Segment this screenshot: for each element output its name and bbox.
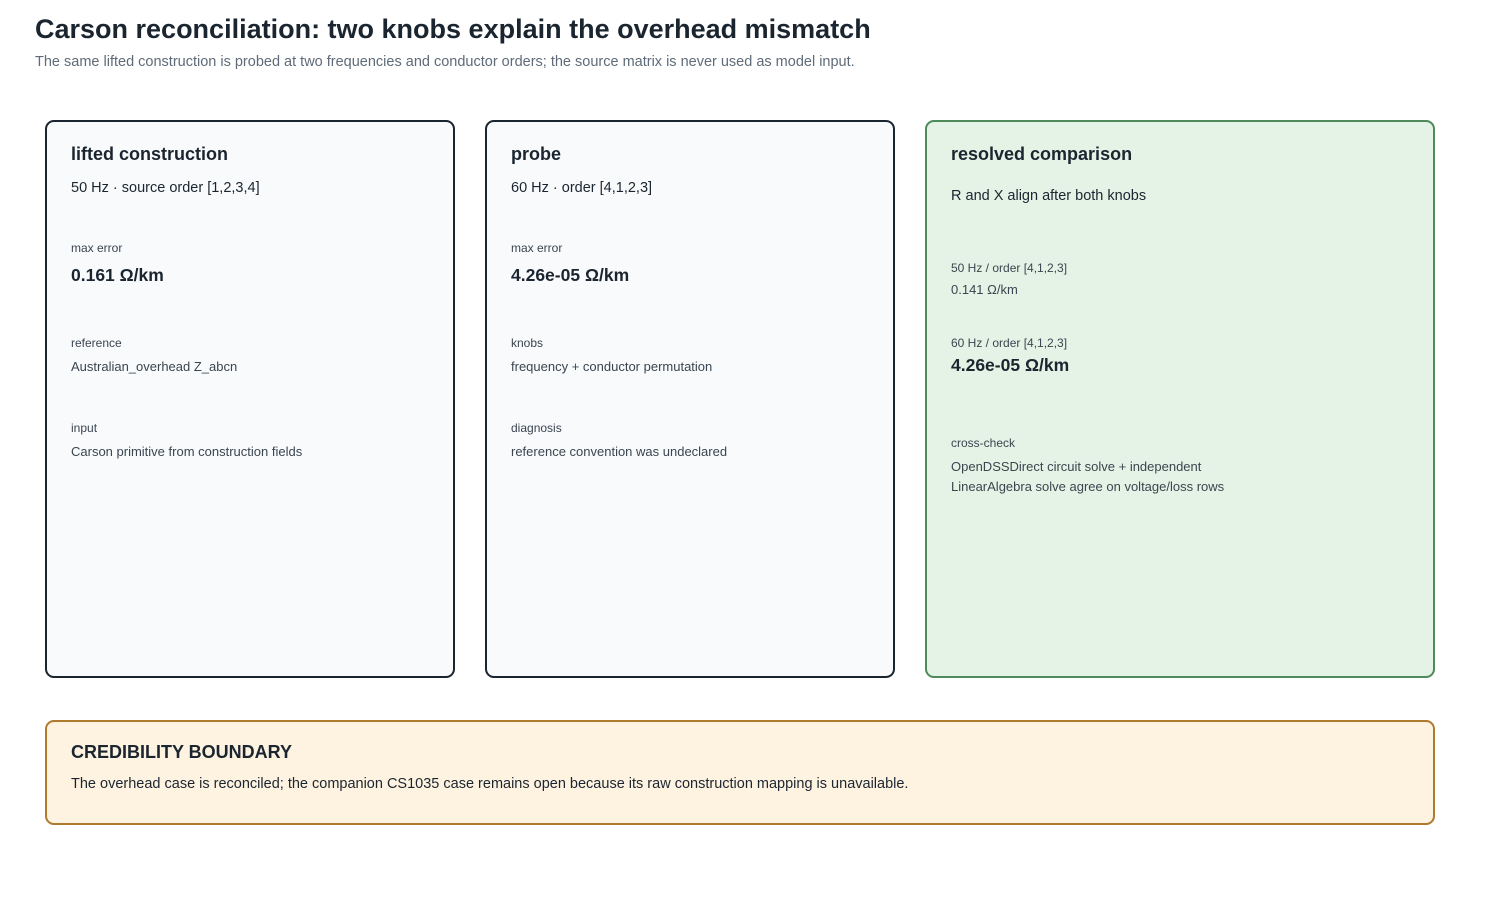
input-label: input bbox=[71, 421, 98, 435]
diagnosis-label: diagnosis bbox=[511, 421, 562, 435]
row-60hz-label: 60 Hz / order [4,1,2,3] bbox=[951, 336, 1068, 350]
row-50hz-value: 0.141 Ω/km bbox=[951, 282, 1018, 297]
reference-value: Australian_overhead Z_abcn bbox=[71, 359, 238, 374]
row-60hz-value: 4.26e-05 Ω/km bbox=[951, 355, 1070, 375]
page-subtitle: The same lifted construction is probed a… bbox=[35, 54, 855, 70]
card-title: resolved comparison bbox=[951, 144, 1133, 164]
max-error-value: 4.26e-05 Ω/km bbox=[511, 265, 630, 285]
card-subtitle: R and X align after both knobs bbox=[951, 188, 1147, 204]
card-title: lifted construction bbox=[71, 144, 228, 164]
reference-label: reference bbox=[71, 336, 122, 350]
max-error-label: max error bbox=[511, 241, 563, 255]
diagnosis-value: reference convention was undeclared bbox=[511, 444, 728, 459]
page-title: Carson reconciliation: two knobs explain… bbox=[35, 14, 871, 44]
input-value: Carson primitive from construction field… bbox=[71, 444, 303, 459]
boundary-text: The overhead case is reconciled; the com… bbox=[71, 776, 909, 792]
card-lifted-construction: lifted construction 50 Hz · source order… bbox=[45, 120, 455, 678]
knobs-label: knobs bbox=[511, 336, 544, 350]
row-50hz-label: 50 Hz / order [4,1,2,3] bbox=[951, 261, 1068, 275]
credibility-boundary-panel: CREDIBILITY BOUNDARY The overhead case i… bbox=[45, 720, 1435, 825]
card-subtitle: 60 Hz · order [4,1,2,3] bbox=[511, 180, 653, 196]
knobs-value: frequency + conductor permutation bbox=[511, 359, 713, 374]
card-probe: probe 60 Hz · order [4,1,2,3] max error … bbox=[485, 120, 895, 678]
boundary-title: CREDIBILITY BOUNDARY bbox=[71, 742, 293, 762]
page: Carson reconciliation: two knobs explain… bbox=[0, 0, 1500, 900]
max-error-value: 0.161 Ω/km bbox=[71, 265, 164, 285]
card-resolved-comparison: resolved comparison R and X align after … bbox=[925, 120, 1435, 678]
crosscheck-label: cross-check bbox=[951, 436, 1016, 450]
card-title: probe bbox=[511, 144, 562, 164]
crosscheck-value: OpenDSSDirect circuit solve + independen… bbox=[951, 459, 1225, 494]
max-error-label: max error bbox=[71, 241, 123, 255]
card-subtitle: 50 Hz · source order [1,2,3,4] bbox=[71, 180, 260, 196]
